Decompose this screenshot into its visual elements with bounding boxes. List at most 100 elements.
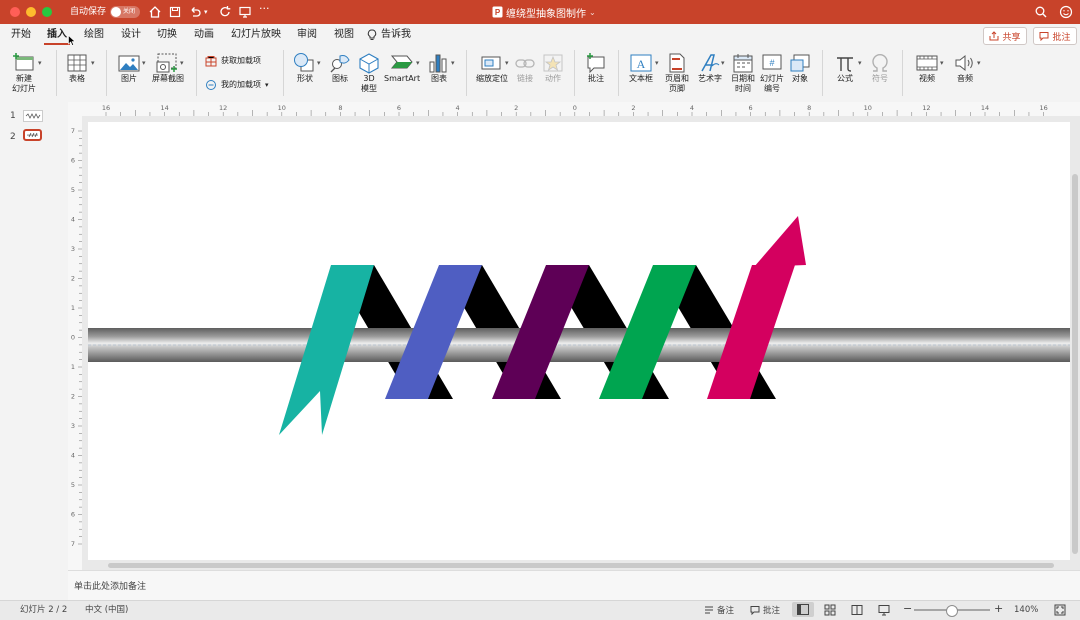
audio-button[interactable]: 音频 [948,52,982,84]
textbox-button[interactable]: A 文本框 [624,52,658,84]
smartart-dropdown-icon[interactable]: ▾ [416,59,420,67]
tab-home[interactable]: 开始 [11,28,31,42]
header-footer-button[interactable]: 页眉和 页脚 [662,52,692,94]
3d-models-button[interactable]: 3D 模型 [355,52,383,94]
ribbon-separator [902,50,903,96]
zoom-out-icon[interactable]: − [903,603,912,614]
zoom-link-dropdown-icon[interactable]: ▾ [505,59,509,67]
wordart-button[interactable]: 艺术字 [695,52,725,84]
picture-dropdown-icon[interactable]: ▾ [142,59,146,67]
save-icon[interactable] [168,4,182,20]
notes-placeholder: 单击此处添加备注 [74,582,147,592]
shapes-dropdown-icon[interactable]: ▾ [317,59,321,67]
ribbon-separator [283,50,284,96]
slide-sorter-icon[interactable] [824,604,836,616]
redo-icon[interactable] [218,4,232,20]
notes-pane[interactable]: 单击此处添加备注 [68,570,1080,601]
comments-status-icon [750,606,760,615]
shapes-button[interactable]: 形状 [289,52,321,84]
close-window-button[interactable] [10,7,20,17]
tab-draw[interactable]: 绘图 [84,28,104,42]
tab-animations[interactable]: 动画 [194,28,214,42]
tab-design[interactable]: 设计 [121,28,141,42]
tab-review[interactable]: 审阅 [297,28,317,42]
slideshow-view-icon[interactable] [878,604,890,616]
equation-dropdown-icon[interactable]: ▾ [858,59,862,67]
object-button[interactable]: 对象 [787,52,813,84]
language-indicator[interactable]: 中文 (中国) [85,605,128,616]
wrapped-ribbon-artwork[interactable] [88,122,1070,560]
screenshot-button[interactable]: 屏幕截图 [150,52,186,84]
slide-number-button[interactable]: # 幻灯片 编号 [757,52,787,94]
date-time-button[interactable]: 日期和 时间 [728,52,758,94]
normal-view-button[interactable] [792,602,814,617]
table-dropdown-icon[interactable]: ▾ [91,59,95,67]
normal-view-icon [797,604,809,615]
equation-button[interactable]: 公式 [830,52,860,84]
ruler-label: 3 [71,422,75,430]
ruler-label: 8 [807,104,811,112]
tab-slideshow[interactable]: 幻灯片放映 [231,28,281,42]
smiley-feedback-icon[interactable] [1058,4,1074,20]
new-slide-dropdown-icon[interactable]: ▾ [38,59,42,67]
tab-insert[interactable]: 插入 [47,28,67,42]
textbox-dropdown-icon[interactable]: ▾ [655,59,659,67]
smartart-button[interactable]: SmartArt [384,52,420,84]
slide-thumbnail-1[interactable] [23,110,43,122]
get-addins-label: 获取加载项 [221,56,261,65]
tab-transitions[interactable]: 切换 [157,28,177,42]
autosave-toggle[interactable]: 关闭 [110,6,140,18]
minimize-window-button[interactable] [26,7,36,17]
zoom-level[interactable]: 140% [1014,605,1038,616]
home-icon[interactable] [148,4,162,20]
present-icon[interactable] [238,4,252,20]
ribbon-separator [822,50,823,96]
zoom-slider[interactable] [914,605,990,617]
symbol-button[interactable]: 符号 [866,52,894,84]
ruler-label: 6 [749,104,753,112]
horizontal-scrollbar[interactable] [108,563,1054,568]
new-slide-button[interactable]: 新建 幻灯片 [8,52,40,94]
get-addins-button[interactable]: 获取加载项 [205,55,261,67]
reading-view-icon[interactable] [851,604,863,616]
more-icon[interactable]: ··· [259,3,270,15]
share-button[interactable]: 共享 [983,27,1027,45]
zoom-link-button[interactable]: 缩放定位 [474,52,510,84]
comments-toggle-button[interactable]: 批注 [750,604,780,616]
zoom-in-icon[interactable]: + [994,603,1003,614]
video-dropdown-icon[interactable]: ▾ [940,59,944,67]
ruler-label: 7 [71,127,75,135]
notes-toggle-button[interactable]: 备注 [704,604,734,616]
link-button[interactable]: 链接 [512,52,538,84]
table-button[interactable]: 表格 [62,52,92,84]
undo-icon[interactable] [188,4,202,20]
ruler-label: 16 [1039,104,1047,112]
action-label: 动作 [545,74,561,83]
vertical-scrollbar[interactable] [1072,174,1078,554]
search-icon[interactable] [1034,4,1048,20]
my-addins-dropdown-icon[interactable]: ▾ [265,79,269,91]
fit-to-window-icon[interactable] [1054,604,1066,616]
tab-view[interactable]: 视图 [334,28,354,42]
audio-dropdown-icon[interactable]: ▾ [977,59,981,67]
wordart-dropdown-icon[interactable]: ▾ [721,59,725,67]
video-button[interactable]: 视频 [910,52,944,84]
insert-comment-button[interactable]: 批注 [582,52,610,84]
comments-button[interactable]: 批注 [1033,27,1077,45]
title-chevron-icon[interactable]: ⌄ [589,8,596,17]
horizontal-ruler-ticks: 16 14 12 10 8 6 4 2 0 2 4 6 8 10 12 14 16 [102,104,1048,116]
chart-button[interactable]: 图表 [424,52,454,84]
tab-tell-me[interactable]: 告诉我 [381,28,411,42]
icons-button[interactable]: 图标 [325,52,355,84]
undo-dropdown-icon[interactable]: ▾ [204,6,208,18]
screenshot-dropdown-icon[interactable]: ▾ [180,59,184,67]
picture-button[interactable]: 图片 [114,52,144,84]
ruler-label: 0 [573,104,577,112]
action-button[interactable]: 动作 [540,52,566,84]
zoom-window-button[interactable] [42,7,52,17]
chart-dropdown-icon[interactable]: ▾ [451,59,455,67]
my-addins-button[interactable]: 我的加载项 ▾ [205,79,269,91]
current-slide[interactable] [88,122,1070,560]
slide-thumbnail-2[interactable] [23,129,42,141]
zoom-slider-knob[interactable] [946,605,958,617]
